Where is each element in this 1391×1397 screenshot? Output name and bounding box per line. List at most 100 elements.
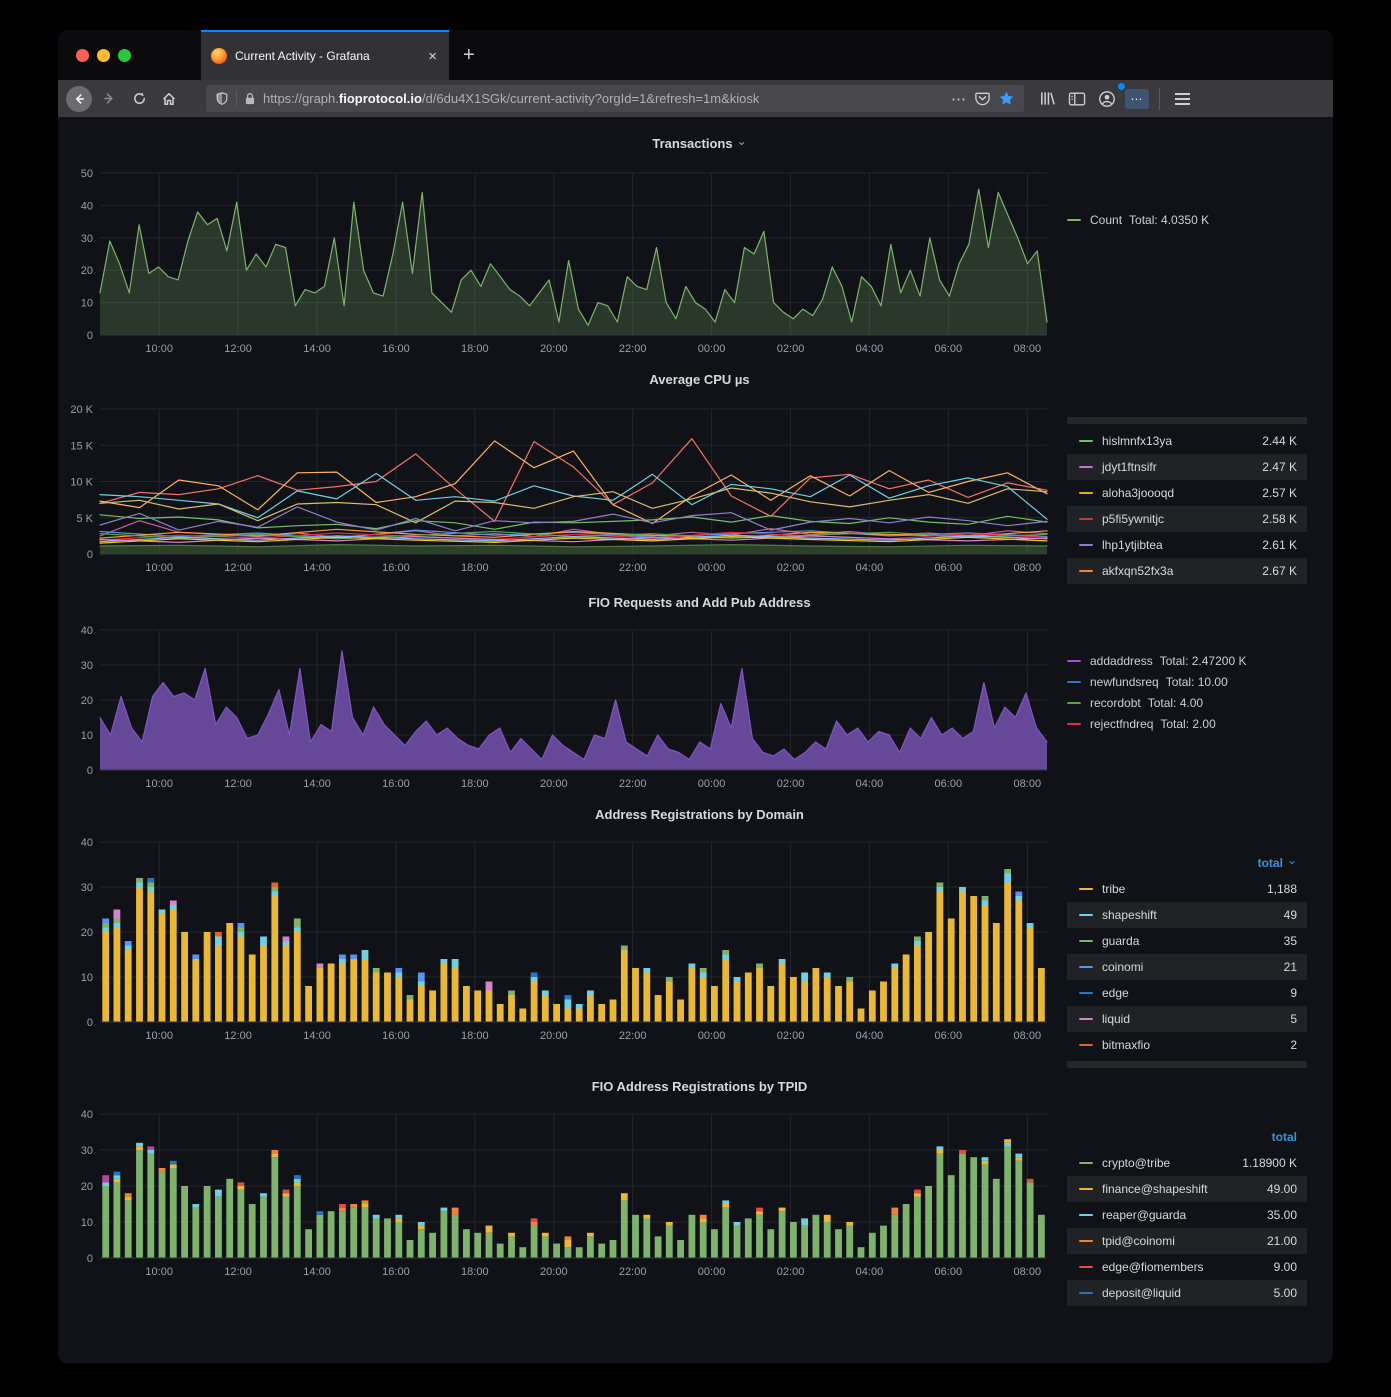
legend-series-name[interactable]: shapeshift — [1102, 908, 1157, 922]
legend-item[interactable]: CountTotal: 4.0350 K — [1067, 209, 1307, 230]
forward-button[interactable] — [94, 85, 124, 113]
svg-text:04:00: 04:00 — [856, 1266, 884, 1278]
back-button[interactable] — [64, 85, 94, 113]
legend-sort-header[interactable]: total — [1067, 1126, 1307, 1150]
pocket-icon[interactable] — [974, 90, 991, 107]
svg-text:14:00: 14:00 — [303, 1030, 331, 1042]
legend-series-name[interactable]: finance@shapeshift — [1102, 1182, 1208, 1196]
legend-series-name[interactable]: tpid@coinomi — [1102, 1234, 1175, 1248]
legend-series-name[interactable]: coinomi — [1102, 960, 1143, 974]
legend-row[interactable]: bitmaxfio2 — [1067, 1032, 1307, 1058]
legend-item[interactable]: rejectfndreqTotal: 2.00 — [1067, 713, 1307, 734]
legend-item[interactable]: addaddressTotal: 2.47200 K — [1067, 650, 1307, 671]
legend-series-name[interactable]: guarda — [1102, 934, 1139, 948]
close-window-button[interactable] — [76, 49, 89, 62]
browser-tab[interactable]: Current Activity - Grafana × — [201, 30, 449, 80]
legend-row[interactable]: akfxqn52fx3a2.67 K — [1067, 558, 1307, 584]
home-button[interactable] — [154, 85, 184, 113]
panel-title-registrations-by-tpid[interactable]: FIO Address Registrations by TPID — [66, 1076, 1333, 1098]
minimize-window-button[interactable] — [97, 49, 110, 62]
sidebar-icon — [1068, 91, 1086, 107]
legend-row[interactable]: guarda 35 — [1067, 928, 1307, 954]
legend-item[interactable]: newfundsreqTotal: 10.00 — [1067, 671, 1307, 692]
legend-row[interactable]: finance@shapeshift49.00 — [1067, 1176, 1307, 1202]
legend-series-name[interactable]: addaddress — [1090, 654, 1153, 668]
sidebar-button[interactable] — [1062, 85, 1092, 113]
legend-row[interactable]: tpid@coinomi21.00 — [1067, 1228, 1307, 1254]
panel-title-average-cpu[interactable]: Average CPU µs — [66, 369, 1333, 391]
tab-close-icon[interactable]: × — [426, 48, 439, 65]
menu-button[interactable] — [1167, 85, 1197, 113]
legend-series-name[interactable]: newfundsreq — [1090, 675, 1159, 689]
zoom-window-button[interactable] — [118, 49, 131, 62]
legend-item[interactable]: recordobtTotal: 4.00 — [1067, 692, 1307, 713]
legend-series-name[interactable]: edge@fiomembers — [1102, 1260, 1204, 1274]
legend-row[interactable]: tribe1,188 — [1067, 876, 1307, 902]
registrations-by-tpid-chart[interactable]: 01020304010:0012:0014:0016:0018:0020:002… — [66, 1108, 1051, 1284]
legend-row[interactable]: crypto@tribe1.18900 K — [1067, 1150, 1307, 1176]
legend-row[interactable]: deposit@liquid5.00 — [1067, 1280, 1307, 1306]
legend-series-value: 35 — [1284, 934, 1297, 948]
svg-text:0: 0 — [87, 330, 93, 342]
series-color-swatch — [1079, 1214, 1093, 1216]
legend-series-name[interactable]: hislmnfx13ya — [1102, 434, 1172, 448]
legend-row[interactable]: reaper@guarda35.00 — [1067, 1202, 1307, 1228]
legend-series-name[interactable]: reaper@guarda — [1102, 1208, 1186, 1222]
legend-row[interactable]: p5fi5ywnitjc2.58 K — [1067, 506, 1307, 532]
panel-title-fio-requests[interactable]: FIO Requests and Add Pub Address — [66, 592, 1333, 614]
legend-row[interactable]: liquid5 — [1067, 1006, 1307, 1032]
legend-series-name[interactable]: deposit@liquid — [1102, 1286, 1181, 1300]
panel-title-registrations-by-domain[interactable]: Address Registrations by Domain — [66, 804, 1333, 826]
legend-series-name[interactable]: jdyt1ftnsifr — [1102, 460, 1157, 474]
legend-row[interactable]: edge@fiomembers 9.00 — [1067, 1254, 1307, 1280]
legend-series-name[interactable]: lhp1ytjibtea — [1102, 538, 1163, 552]
library-button[interactable] — [1032, 85, 1062, 113]
svg-text:00:00: 00:00 — [698, 343, 726, 355]
svg-text:10: 10 — [81, 730, 93, 742]
series-color-swatch — [1079, 888, 1093, 890]
legend-series-name[interactable]: aloha3joooqd — [1102, 486, 1174, 500]
svg-text:10:00: 10:00 — [145, 562, 173, 574]
panel-title-text: FIO Requests and Add Pub Address — [588, 595, 810, 610]
legend-series-name[interactable]: tribe — [1102, 882, 1125, 896]
fio-requests-chart[interactable]: 01020304010:0012:0014:0016:0018:0020:002… — [66, 624, 1051, 796]
legend-series-name[interactable]: crypto@tribe — [1102, 1156, 1170, 1170]
legend-series-name[interactable]: Count — [1090, 213, 1122, 227]
svg-text:04:00: 04:00 — [856, 343, 884, 355]
tracking-shield-icon[interactable] — [215, 91, 229, 106]
legend-series-name[interactable]: p5fi5ywnitjc — [1102, 512, 1164, 526]
svg-text:12:00: 12:00 — [224, 1030, 252, 1042]
transactions-chart[interactable]: 0102030405010:0012:0014:0016:0018:0020:0… — [66, 165, 1051, 361]
average-cpu-chart[interactable]: 05 K10 K15 K20 K10:0012:0014:0016:0018:0… — [66, 401, 1051, 580]
legend-series-name[interactable]: edge — [1102, 986, 1129, 1000]
library-icon — [1039, 90, 1056, 107]
url-bar[interactable]: https://graph.fioprotocol.io/d/6du4X1SGk… — [206, 85, 1024, 112]
legend-series-name[interactable]: recordobt — [1090, 696, 1141, 710]
legend-sort-header[interactable]: total — [1067, 852, 1307, 876]
legend-row[interactable]: shapeshift49 — [1067, 902, 1307, 928]
legend-row[interactable]: lhp1ytjibtea2.61 K — [1067, 532, 1307, 558]
legend-row[interactable]: edge9 — [1067, 980, 1307, 1006]
account-notification-dot — [1118, 83, 1125, 90]
extensions-button[interactable]: ⋯ — [1122, 85, 1152, 113]
new-tab-button[interactable]: + — [449, 30, 489, 80]
svg-text:40: 40 — [81, 837, 93, 849]
legend-series-name[interactable]: bitmaxfio — [1102, 1038, 1150, 1052]
legend-row[interactable]: hislmnfx13ya2.44 K — [1067, 428, 1307, 454]
legend-row[interactable]: aloha3joooqd2.57 K — [1067, 480, 1307, 506]
page-actions-icon[interactable]: ⋯ — [951, 90, 967, 108]
legend-series-name[interactable]: rejectfndreq — [1090, 717, 1153, 731]
legend-series-value: 9.00 — [1274, 1260, 1297, 1274]
svg-text:02:00: 02:00 — [777, 343, 805, 355]
legend-series-name[interactable]: akfxqn52fx3a — [1102, 564, 1173, 578]
legend-row[interactable]: jdyt1ftnsifr2.47 K — [1067, 454, 1307, 480]
registrations-by-domain-chart[interactable]: 01020304010:0012:0014:0016:0018:0020:002… — [66, 836, 1051, 1048]
legend-row[interactable]: coinomi21 — [1067, 954, 1307, 980]
legend-series-name[interactable]: liquid — [1102, 1012, 1130, 1026]
panel-title-transactions[interactable]: Transactions — [66, 133, 1333, 155]
bookmark-star-icon[interactable] — [998, 90, 1015, 107]
series-color-swatch — [1079, 518, 1093, 520]
url-domain: fioprotocol.io — [339, 91, 422, 106]
account-button[interactable] — [1092, 85, 1122, 113]
reload-button[interactable] — [124, 85, 154, 113]
